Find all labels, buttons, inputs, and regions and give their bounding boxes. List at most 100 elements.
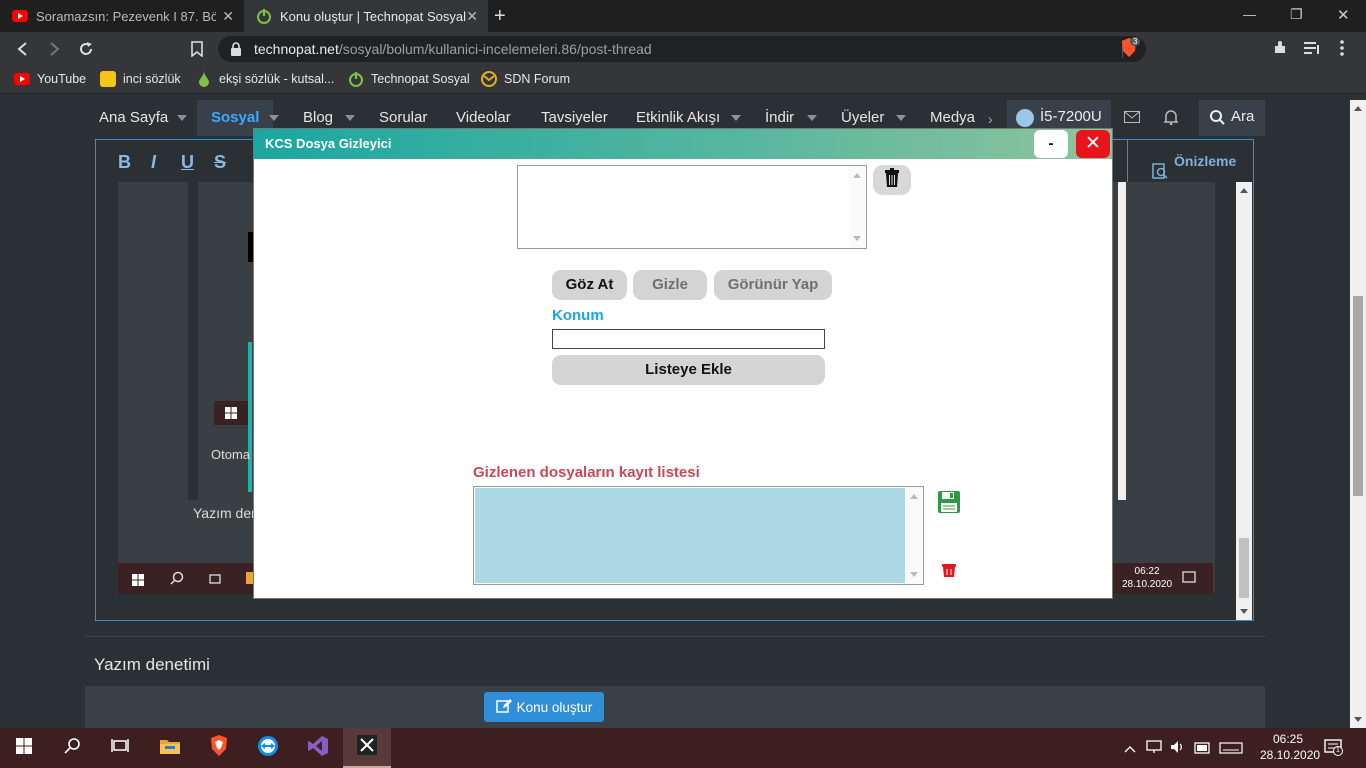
teamviewer-button[interactable] <box>244 728 292 768</box>
network-icon[interactable] <box>1146 740 1162 759</box>
chevron-down-icon[interactable] <box>345 115 355 121</box>
textarea-scrollbar[interactable] <box>849 166 866 248</box>
tab-title: Konu oluştur | Technopat Sosyal <box>280 8 466 24</box>
list-scrollbar[interactable] <box>906 487 923 584</box>
scroll-up-icon[interactable] <box>910 494 918 499</box>
url-field[interactable]: technopat.net/sosyal/bolum/kullanici-inc… <box>218 36 1146 62</box>
chevron-down-icon[interactable] <box>177 115 187 121</box>
hidden-files-list[interactable] <box>473 486 924 585</box>
clear-selection-button[interactable] <box>873 165 911 195</box>
visual-studio-icon <box>307 735 329 762</box>
extensions-icon[interactable] <box>1272 40 1288 61</box>
scroll-down-icon[interactable] <box>1354 717 1362 722</box>
browser-tab-bar: Soramazsın: Pezevenk I 87. Bölüm ✕ Konu … <box>0 0 1366 32</box>
scroll-thumb[interactable] <box>1353 296 1363 496</box>
scroll-up-icon[interactable] <box>1354 106 1362 111</box>
system-clock[interactable]: 06:25 28.10.2020 <box>1260 731 1320 763</box>
window-close-button[interactable]: ✕ <box>1337 6 1350 24</box>
action-center-icon[interactable]: 1 <box>1324 739 1344 762</box>
inci-icon <box>100 71 116 87</box>
hide-button[interactable]: Gizle <box>633 270 707 300</box>
chevron-down-icon[interactable] <box>807 115 817 121</box>
forward-arrow-icon[interactable] <box>43 38 65 60</box>
volume-icon[interactable] <box>1170 740 1186 759</box>
italic-button[interactable]: I <box>151 152 156 173</box>
teamviewer-icon <box>257 735 279 762</box>
scroll-up-icon[interactable] <box>1240 188 1248 193</box>
new-tab-button[interactable]: + <box>494 5 506 28</box>
chevron-right-icon[interactable]: › <box>988 111 993 127</box>
bookmark-label: YouTube <box>37 72 87 86</box>
file-hider-dialog: KCS Dosya Gizleyici - ✕ Göz At Gizle Gör… <box>254 129 1112 598</box>
file-explorer-button[interactable] <box>146 728 194 768</box>
location-input[interactable] <box>552 329 825 349</box>
search-button[interactable] <box>48 728 96 768</box>
edit-icon <box>495 698 512 717</box>
task-view-button[interactable] <box>96 728 144 768</box>
editor-scrollbar[interactable] <box>1236 182 1252 620</box>
bold-button[interactable]: B <box>118 152 131 173</box>
app-icon <box>356 734 378 761</box>
preview-button[interactable]: Önizleme <box>1127 140 1253 182</box>
back-arrow-icon[interactable] <box>12 38 34 60</box>
add-to-list-button[interactable]: Listeye Ekle <box>552 355 825 385</box>
brave-icon <box>209 734 229 762</box>
bookmark-eksi[interactable]: ekşi sözlük - kutsal... <box>196 71 334 87</box>
strikethrough-button[interactable]: S <box>214 152 226 173</box>
bookmark-inci[interactable]: inci sözlük <box>100 71 181 87</box>
underline-button[interactable]: U <box>181 152 194 173</box>
tab-close-icon[interactable]: ✕ <box>222 8 234 25</box>
dialog-close-button[interactable]: ✕ <box>1076 130 1110 158</box>
brave-shield-icon[interactable]: 3 <box>1120 37 1141 58</box>
bell-icon[interactable] <box>1163 109 1179 130</box>
chevron-down-icon[interactable] <box>896 115 906 121</box>
embedded-text: Yazım den <box>193 505 259 521</box>
embedded-text: Otoma <box>211 447 251 462</box>
reload-icon[interactable] <box>75 38 97 60</box>
window-maximize-button[interactable]: ❐ <box>1290 6 1303 23</box>
bookmark-icon[interactable] <box>186 38 208 60</box>
scroll-down-icon[interactable] <box>910 572 918 577</box>
brave-browser-button[interactable] <box>195 728 243 768</box>
chevron-up-icon[interactable] <box>1124 740 1136 758</box>
bookmark-label: Technopat Sosyal <box>371 72 470 86</box>
search-icon <box>1210 110 1225 130</box>
save-icon[interactable] <box>937 490 961 519</box>
bookmark-technopat[interactable]: Technopat Sosyal <box>348 71 470 87</box>
mail-icon[interactable] <box>1124 110 1140 128</box>
chevron-down-icon[interactable] <box>269 115 279 121</box>
playlist-icon[interactable] <box>1304 41 1320 60</box>
window-minimize-button[interactable]: — <box>1243 7 1256 22</box>
search-button[interactable]: Ara <box>1199 100 1265 136</box>
visual-studio-button[interactable] <box>294 728 342 768</box>
embedded-time: 06:22 <box>1134 566 1160 577</box>
windows-taskbar: 06:25 28.10.2020 1 <box>0 728 1366 768</box>
tab-konu-olustur[interactable]: Konu oluştur | Technopat Sosyal ✕ <box>244 0 488 32</box>
kcs-app-button[interactable] <box>343 728 391 768</box>
scroll-down-icon[interactable] <box>853 236 861 241</box>
start-button[interactable] <box>0 728 48 768</box>
selected-files-textarea[interactable] <box>517 165 867 249</box>
scroll-up-icon[interactable] <box>853 173 861 178</box>
make-visible-button[interactable]: Görünür Yap <box>714 270 832 300</box>
bookmark-sdn[interactable]: SDN Forum <box>481 71 570 87</box>
tab-soramazsin[interactable]: Soramazsın: Pezevenk I 87. Bölüm ✕ <box>0 0 244 32</box>
scroll-thumb[interactable] <box>1239 538 1249 598</box>
keyboard-icon[interactable] <box>1219 741 1243 759</box>
youtube-icon <box>12 8 28 24</box>
menu-icon[interactable] <box>1339 39 1345 62</box>
delete-list-icon[interactable] <box>941 562 957 583</box>
page-scrollbar[interactable] <box>1350 100 1366 728</box>
nav-ana-sayfa[interactable]: Ana Sayfa <box>99 100 168 136</box>
scroll-down-icon[interactable] <box>1240 609 1248 614</box>
browse-button[interactable]: Göz At <box>552 270 627 300</box>
chevron-down-icon[interactable] <box>731 115 741 121</box>
tab-title: Soramazsın: Pezevenk I 87. Bölüm <box>36 8 216 24</box>
hidden-files-list-label: Gizlenen dosyaların kayıt listesi <box>473 464 700 481</box>
battery-icon[interactable] <box>1194 741 1212 759</box>
embedded-screenshot-edge <box>188 182 198 500</box>
bookmark-youtube[interactable]: YouTube <box>14 71 86 87</box>
dialog-minimize-button[interactable]: - <box>1034 130 1068 158</box>
create-thread-button[interactable]: Konu oluştur <box>484 692 604 722</box>
tab-close-icon[interactable]: ✕ <box>466 8 478 25</box>
